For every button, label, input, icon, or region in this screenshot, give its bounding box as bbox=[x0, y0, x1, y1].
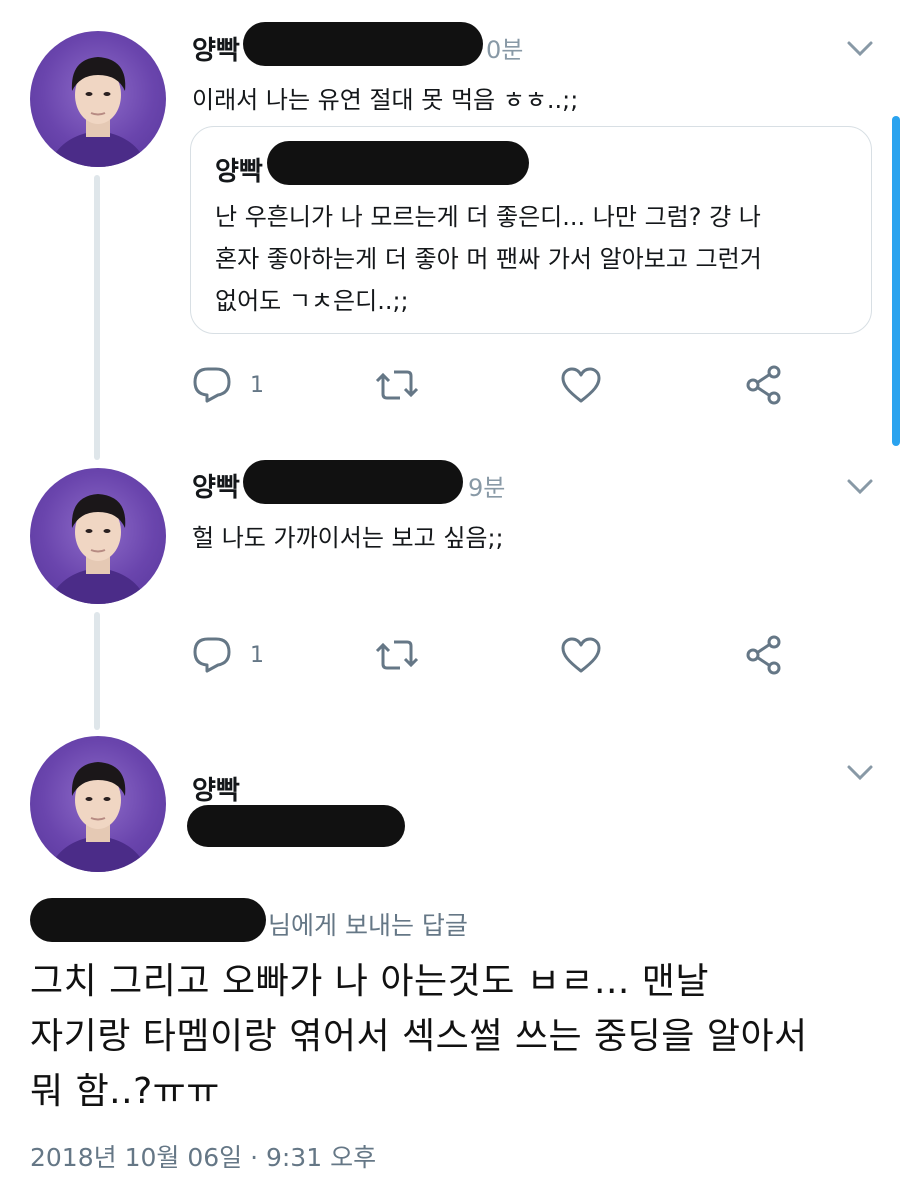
redacted-handle bbox=[243, 22, 483, 66]
share-button[interactable] bbox=[744, 634, 784, 676]
redacted-handle bbox=[267, 141, 529, 185]
retweet-icon bbox=[375, 370, 419, 400]
thread-line bbox=[94, 175, 100, 460]
reply-icon bbox=[193, 367, 231, 403]
avatar[interactable] bbox=[30, 31, 166, 167]
quoted-text-line: 혼자 좋아하는게 더 좋아 머 팬싸 가서 알아보고 그런거 bbox=[215, 245, 762, 273]
heart-icon bbox=[561, 367, 601, 403]
redacted-handle bbox=[187, 805, 405, 847]
avatar[interactable] bbox=[30, 468, 166, 604]
redacted-reply-target[interactable] bbox=[30, 898, 266, 942]
quoted-text-line: 난 우흔니가 나 모르는게 더 좋은디... 나만 그럼? 걍 나 bbox=[215, 203, 761, 231]
share-icon bbox=[746, 635, 781, 675]
redacted-handle bbox=[243, 460, 463, 504]
retweet-button[interactable] bbox=[374, 638, 420, 672]
reply-button[interactable]: 1 bbox=[192, 366, 264, 404]
chevron-down-icon[interactable] bbox=[846, 40, 874, 58]
heart-icon bbox=[561, 637, 601, 673]
like-button[interactable] bbox=[560, 366, 602, 404]
quoted-author-name: 양빡 bbox=[215, 157, 263, 187]
reply-count: 1 bbox=[250, 642, 264, 668]
author-name[interactable]: 양빡 bbox=[192, 770, 240, 807]
reply-button[interactable]: 1 bbox=[192, 636, 264, 674]
scrollbar[interactable] bbox=[892, 116, 900, 446]
tweet-text: 이래서 나는 유연 절대 못 먹음 ㅎㅎ..;; bbox=[192, 86, 579, 114]
tweet-time[interactable]: 9분 bbox=[468, 468, 505, 503]
share-button[interactable] bbox=[744, 364, 784, 406]
tweet-timestamp[interactable]: 2018년 10월 06일 · 9:31 오후 bbox=[30, 1138, 376, 1174]
tweet-time[interactable]: 0분 bbox=[486, 30, 523, 65]
retweet-button[interactable] bbox=[374, 368, 420, 402]
author-name[interactable]: 양빡 bbox=[192, 467, 240, 504]
tweet-text-line: 자기랑 타멤이랑 엮어서 섹스썰 쓰는 중딩을 알아서 bbox=[30, 1016, 808, 1057]
retweet-icon bbox=[375, 640, 419, 670]
avatar[interactable] bbox=[30, 736, 166, 872]
tweet-text-line: 뭐 함..?ㅠㅠ bbox=[30, 1071, 220, 1112]
quoted-text-line: 없어도 ㄱㅊ은디..;; bbox=[215, 287, 409, 315]
chevron-down-icon[interactable] bbox=[846, 764, 874, 782]
quoted-tweet[interactable]: 양빡 난 우흔니가 나 모르는게 더 좋은디... 나만 그럼? 걍 나 혼자 … bbox=[190, 126, 872, 334]
author-name[interactable]: 양빡 bbox=[192, 30, 240, 67]
thread-line bbox=[94, 612, 100, 730]
reply-icon bbox=[193, 637, 231, 673]
tweet-text: 헐 나도 가까이서는 보고 싶음;; bbox=[192, 524, 504, 552]
share-icon bbox=[746, 365, 781, 405]
chevron-down-icon[interactable] bbox=[846, 478, 874, 496]
reply-to-label: 님에게 보내는 답글 bbox=[268, 911, 468, 940]
tweet-text-line: 그치 그리고 오빠가 나 아는것도 ㅂㄹ... 맨날 bbox=[30, 961, 710, 1002]
like-button[interactable] bbox=[560, 636, 602, 674]
reply-count: 1 bbox=[250, 372, 264, 398]
